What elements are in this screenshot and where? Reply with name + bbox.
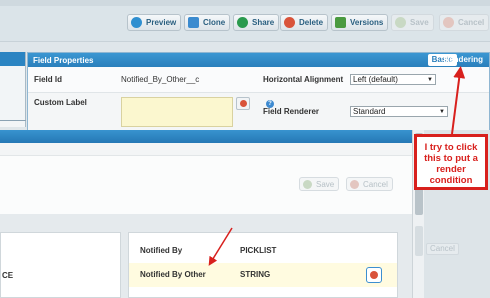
share-icon [237, 17, 248, 28]
share-label: Share [252, 18, 275, 27]
left-panel [0, 52, 26, 127]
translate-icon[interactable] [236, 97, 250, 110]
save-icon [395, 17, 406, 28]
field-id-label: Field Id [34, 75, 62, 84]
field-row-name: Notified By Other [140, 270, 206, 279]
field-properties-panel: Field Properties Basic Rendering Field I… [27, 52, 490, 131]
preview-label: Preview [146, 18, 177, 27]
horizontal-alignment-label: Horizontal Alignment [263, 75, 344, 84]
save-label: Save [410, 18, 429, 27]
clone-icon [188, 17, 199, 28]
delete-icon [284, 17, 295, 28]
field-properties-body: Field Id Notified_By_Other__c Custom Lab… [28, 67, 489, 131]
dialog-body: Save Cancel [0, 143, 412, 215]
save-button[interactable]: Save [391, 14, 434, 31]
field-renderer-label: Field Renderer [263, 107, 320, 116]
annotation-callout: I try to click this to put a render cond… [414, 134, 488, 190]
fields-card: Notified By PICKLIST Notified By Other S… [128, 232, 398, 298]
dialog-inner: Save Cancel [0, 155, 412, 215]
versions-button[interactable]: Versions [331, 14, 389, 31]
custom-label-input[interactable] [121, 97, 233, 127]
left-card-text: CE [2, 271, 14, 280]
top-strip [0, 0, 490, 6]
share-button[interactable]: Share [233, 14, 280, 31]
custom-label-label: Custom Label [34, 98, 87, 107]
field-row-name: Notified By [140, 246, 183, 255]
save-icon [303, 179, 312, 189]
annotation-text: I try to click this to put a render cond… [424, 142, 478, 186]
remove-field-button[interactable] [366, 267, 382, 283]
clone-label: Clone [203, 18, 226, 27]
field-renderer-select[interactable]: Standard ▼ [350, 106, 448, 117]
versions-icon [335, 17, 346, 28]
clone-button[interactable]: Clone [184, 14, 231, 31]
cancel-button[interactable]: Cancel [439, 14, 490, 31]
chevron-down-icon: ▼ [439, 109, 445, 115]
dialog-lower-area: CE Notified By PICKLIST Notified By Othe… [0, 214, 412, 298]
background-cancel-button[interactable]: Cancel [426, 243, 459, 255]
field-row[interactable]: Notified By PICKLIST [129, 241, 397, 263]
field-renderer-value: Standard [353, 107, 386, 116]
dialog-title-bar [0, 130, 412, 143]
preview-button[interactable]: Preview [127, 14, 182, 31]
preview-icon [131, 17, 142, 28]
delete-button[interactable]: Delete [280, 14, 329, 31]
horizontal-alignment-select[interactable]: Left (default) ▼ [350, 74, 436, 85]
chevron-down-icon: ▼ [427, 77, 433, 83]
cancel-label: Cancel [458, 18, 485, 27]
dialog-cancel-button[interactable]: Cancel [346, 177, 393, 191]
scrollbar-track-segment [415, 226, 423, 256]
field-row-type: PICKLIST [240, 246, 277, 255]
field-properties-title: Field Properties [33, 56, 94, 65]
horizontal-alignment-value: Left (default) [353, 75, 398, 84]
versions-label: Versions [350, 18, 384, 27]
field-properties-header: Field Properties Basic Rendering [28, 53, 489, 67]
dialog-save-label: Save [316, 179, 335, 189]
left-panel-divider [0, 120, 26, 121]
field-row-selected[interactable]: Notified By Other STRING [129, 263, 397, 287]
dialog-cancel-label: Cancel [363, 179, 388, 189]
field-id-value: Notified_By_Other__c [121, 75, 200, 84]
dialog-save-button[interactable]: Save [299, 177, 340, 191]
field-row-type: STRING [240, 270, 271, 279]
top-toolbar: Preview Clone Share Delete Versions Save… [0, 0, 490, 42]
delete-label: Delete [299, 18, 324, 27]
tab-rendering[interactable]: Rendering [439, 54, 487, 66]
cancel-icon [350, 179, 359, 189]
left-card: CE [0, 232, 121, 298]
cancel-icon [443, 17, 454, 28]
left-panel-header [0, 52, 25, 66]
